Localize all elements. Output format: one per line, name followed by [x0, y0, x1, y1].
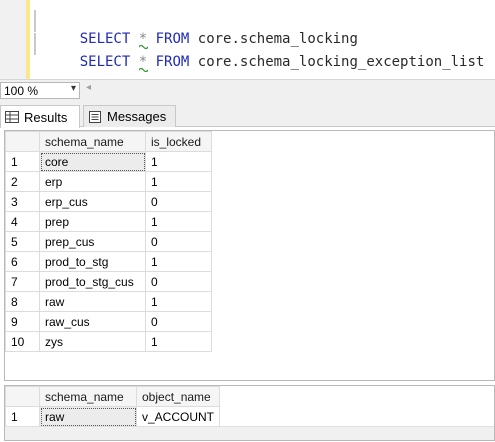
- table-row[interactable]: 2 erp 1: [5, 171, 212, 192]
- row-number[interactable]: 3: [5, 191, 40, 212]
- grid-cell[interactable]: raw: [39, 291, 146, 312]
- keyword-select: SELECT: [79, 54, 131, 70]
- grid-cell[interactable]: v_ACCOUNT: [135, 406, 221, 427]
- grid-cell[interactable]: prep_cus: [39, 231, 146, 252]
- grid-cell[interactable]: 1: [145, 211, 212, 232]
- grid-icon: [5, 111, 19, 123]
- query-editor[interactable]: SELECT * FROM core.schema_locking SELECT…: [0, 0, 495, 79]
- table-row[interactable]: 5 prep_cus 0: [5, 231, 212, 252]
- row-number[interactable]: 5: [5, 231, 40, 252]
- zoom-value: 100 %: [4, 84, 39, 98]
- grid-cell[interactable]: 1: [145, 331, 212, 352]
- grid-cell[interactable]: zys: [39, 331, 146, 352]
- table-row[interactable]: 3 erp_cus 0: [5, 191, 212, 212]
- tab-results-label: Results: [24, 109, 68, 125]
- row-number[interactable]: 6: [5, 251, 40, 272]
- grid-cell[interactable]: 0: [145, 191, 212, 212]
- editor-gutter: [0, 0, 26, 79]
- table-row[interactable]: 10 zys 1: [5, 331, 212, 352]
- grid-cell[interactable]: raw_cus: [39, 311, 146, 332]
- grid-header-row: schema_name object_name: [5, 386, 221, 407]
- warning-squiggle-icon: [138, 67, 148, 72]
- grid-cell[interactable]: 1: [145, 151, 212, 172]
- column-header-schema-name[interactable]: schema_name: [39, 131, 146, 152]
- table-row[interactable]: 9 raw_cus 0: [5, 311, 212, 332]
- line-marker: [34, 10, 36, 32]
- grid-cell[interactable]: prod_to_stg: [39, 251, 146, 272]
- table-row[interactable]: 1 raw v_ACCOUNT: [5, 406, 221, 427]
- table-row[interactable]: 4 prep 1: [5, 211, 212, 232]
- grid-cell[interactable]: raw: [39, 406, 137, 427]
- row-number[interactable]: 1: [5, 151, 40, 172]
- grid-cell[interactable]: 1: [145, 291, 212, 312]
- results-tab-strip: Results Messages: [0, 101, 495, 128]
- horizontal-scrollbar[interactable]: [5, 426, 494, 440]
- table-row[interactable]: 8 raw 1: [5, 291, 212, 312]
- column-header-schema-name[interactable]: schema_name: [39, 386, 137, 407]
- zoom-select[interactable]: 100 % ▾: [0, 82, 80, 99]
- grid-header-row: schema_name is_locked: [5, 131, 212, 152]
- row-number[interactable]: 9: [5, 311, 40, 332]
- messages-icon: [89, 110, 101, 123]
- row-number[interactable]: 2: [5, 171, 40, 192]
- table-row[interactable]: 7 prod_to_stg_cus 0: [5, 271, 212, 292]
- table-row[interactable]: 1 core 1: [5, 151, 212, 172]
- row-number[interactable]: 8: [5, 291, 40, 312]
- row-number[interactable]: 4: [5, 211, 40, 232]
- grid-cell[interactable]: 0: [145, 271, 212, 292]
- grid-cell[interactable]: core: [39, 151, 146, 172]
- grid-cell[interactable]: 0: [145, 311, 212, 332]
- scroll-left-icon[interactable]: ◂: [86, 82, 91, 93]
- row-number-header[interactable]: [5, 386, 40, 407]
- result-grid-1[interactable]: schema_name is_locked 1 core 1 2 erp 1 3 erp_cu…: [4, 130, 495, 381]
- tab-results[interactable]: Results: [0, 105, 80, 128]
- zoom-bar: 100 % ▾ ◂: [0, 79, 495, 101]
- grid-cell[interactable]: 0: [145, 231, 212, 252]
- grid-cell[interactable]: prep: [39, 211, 146, 232]
- tab-messages[interactable]: Messages: [83, 105, 176, 127]
- row-number[interactable]: 10: [5, 331, 40, 352]
- change-tracking-bar: [26, 0, 30, 79]
- row-number[interactable]: 1: [5, 406, 40, 427]
- row-number[interactable]: 7: [5, 271, 40, 292]
- grid-cell[interactable]: erp: [39, 171, 146, 192]
- grid-cell[interactable]: erp_cus: [39, 191, 146, 212]
- column-header-object-name[interactable]: object_name: [135, 386, 221, 407]
- grid-cell[interactable]: prod_to_stg_cus: [39, 271, 146, 292]
- keyword-from: FROM: [155, 54, 190, 70]
- star-wildcard: *: [138, 54, 148, 72]
- line-marker: [34, 33, 36, 55]
- table-name: core.schema_locking_exception_list: [197, 54, 485, 70]
- grid-cell[interactable]: 1: [145, 171, 212, 192]
- tab-messages-label: Messages: [107, 109, 167, 124]
- grid-cell[interactable]: 1: [145, 251, 212, 272]
- chevron-down-icon[interactable]: ▾: [71, 83, 76, 94]
- column-header-is-locked[interactable]: is_locked: [145, 131, 212, 152]
- row-number-header[interactable]: [5, 131, 40, 152]
- result-grid-2[interactable]: schema_name object_name 1 raw v_ACCOUNT: [4, 385, 495, 441]
- table-row[interactable]: 6 prod_to_stg 1: [5, 251, 212, 272]
